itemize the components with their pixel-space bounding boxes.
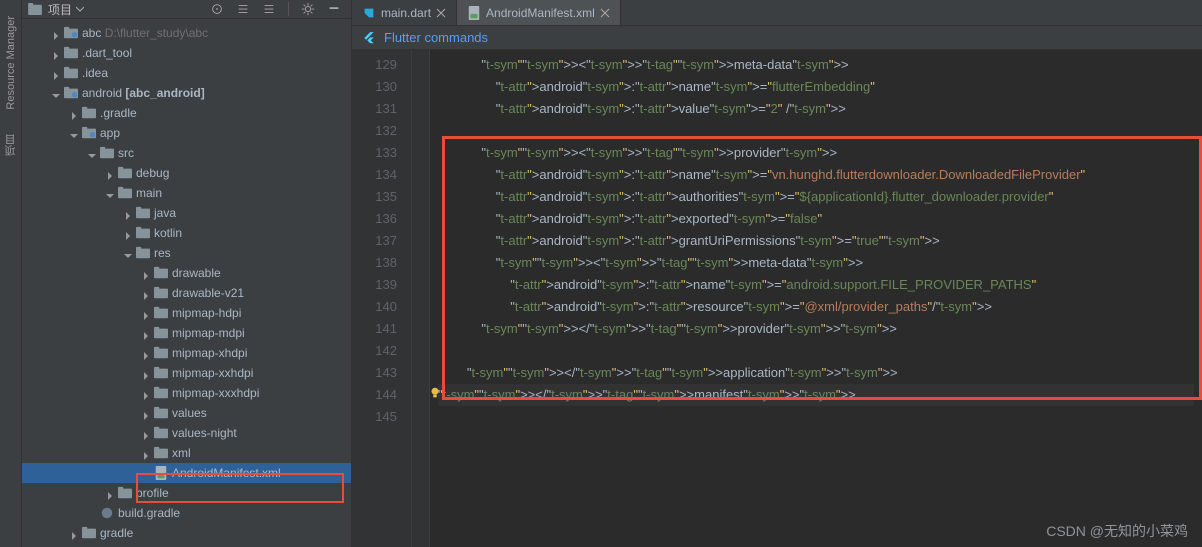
editor-area: main.dartAndroidManifest.xml Flutter com…: [352, 0, 1202, 547]
close-icon[interactable]: [436, 8, 446, 18]
expand-icon[interactable]: [262, 2, 276, 16]
tree-item[interactable]: .gradle: [22, 103, 351, 123]
tree-item[interactable]: mipmap-hdpi: [22, 303, 351, 323]
project-panel: 项目 abc D:\flutter_study\abc.dart_tool.id…: [22, 0, 352, 547]
tree-item[interactable]: drawable: [22, 263, 351, 283]
flutter-commands-label: Flutter commands: [384, 30, 488, 45]
lightbulb-icon[interactable]: [430, 386, 442, 400]
tree-item[interactable]: java: [22, 203, 351, 223]
tree-item[interactable]: xml: [22, 443, 351, 463]
fold-gutter: [412, 50, 430, 547]
editor-tab-bar: main.dartAndroidManifest.xml: [352, 0, 1202, 26]
tree-item[interactable]: src: [22, 143, 351, 163]
code-body[interactable]: "t-sym""t-sym">><"t-sym">>"t-tag""t-sym"…: [430, 50, 1202, 547]
dropdown-icon[interactable]: [76, 5, 84, 13]
tree-item[interactable]: build.gradle: [22, 503, 351, 523]
tree-item[interactable]: kotlin: [22, 223, 351, 243]
flutter-icon: [362, 31, 376, 45]
tree-item[interactable]: android [abc_android]: [22, 83, 351, 103]
tree-item[interactable]: abc D:\flutter_study\abc: [22, 23, 351, 43]
settings-icon[interactable]: [301, 2, 315, 16]
code-editor[interactable]: 1291301311321331341351361371381391401411…: [352, 50, 1202, 547]
left-tool-rail: Resource Manager 项目: [0, 0, 22, 547]
tree-item[interactable]: gradle: [22, 523, 351, 543]
tree-item[interactable]: main: [22, 183, 351, 203]
tree-item[interactable]: values-night: [22, 423, 351, 443]
divider: [288, 2, 289, 16]
editor-tab[interactable]: main.dart: [352, 0, 457, 25]
tree-item[interactable]: mipmap-mdpi: [22, 323, 351, 343]
tree-item[interactable]: mipmap-xhdpi: [22, 343, 351, 363]
close-icon[interactable]: [600, 8, 610, 18]
watermark: CSDN @无知的小菜鸡: [1046, 521, 1188, 541]
tree-item[interactable]: drawable-v21: [22, 283, 351, 303]
tree-item[interactable]: debug: [22, 163, 351, 183]
line-gutter: 1291301311321331341351361371381391401411…: [352, 50, 412, 547]
project-panel-title: 项目: [48, 1, 72, 18]
locate-icon[interactable]: [210, 2, 224, 16]
rail-project[interactable]: 项目: [3, 134, 19, 156]
project-icon: [28, 3, 42, 15]
tree-item[interactable]: app: [22, 123, 351, 143]
tree-item[interactable]: profile: [22, 483, 351, 503]
tree-item[interactable]: .dart_tool: [22, 43, 351, 63]
hide-icon[interactable]: [327, 2, 341, 16]
rail-resource-manager[interactable]: Resource Manager: [5, 16, 17, 110]
collapse-icon[interactable]: [236, 2, 250, 16]
tree-item[interactable]: res: [22, 243, 351, 263]
tree-item[interactable]: mipmap-xxxhdpi: [22, 383, 351, 403]
editor-tab[interactable]: AndroidManifest.xml: [457, 0, 621, 25]
flutter-commands-bar[interactable]: Flutter commands: [352, 26, 1202, 50]
tree-item[interactable]: AndroidManifest.xml: [22, 463, 351, 483]
project-tree[interactable]: abc D:\flutter_study\abc.dart_tool.ideaa…: [22, 19, 351, 547]
tree-item[interactable]: values: [22, 403, 351, 423]
tree-item[interactable]: .idea: [22, 63, 351, 83]
tree-item[interactable]: mipmap-xxhdpi: [22, 363, 351, 383]
project-panel-header: 项目: [22, 0, 351, 19]
